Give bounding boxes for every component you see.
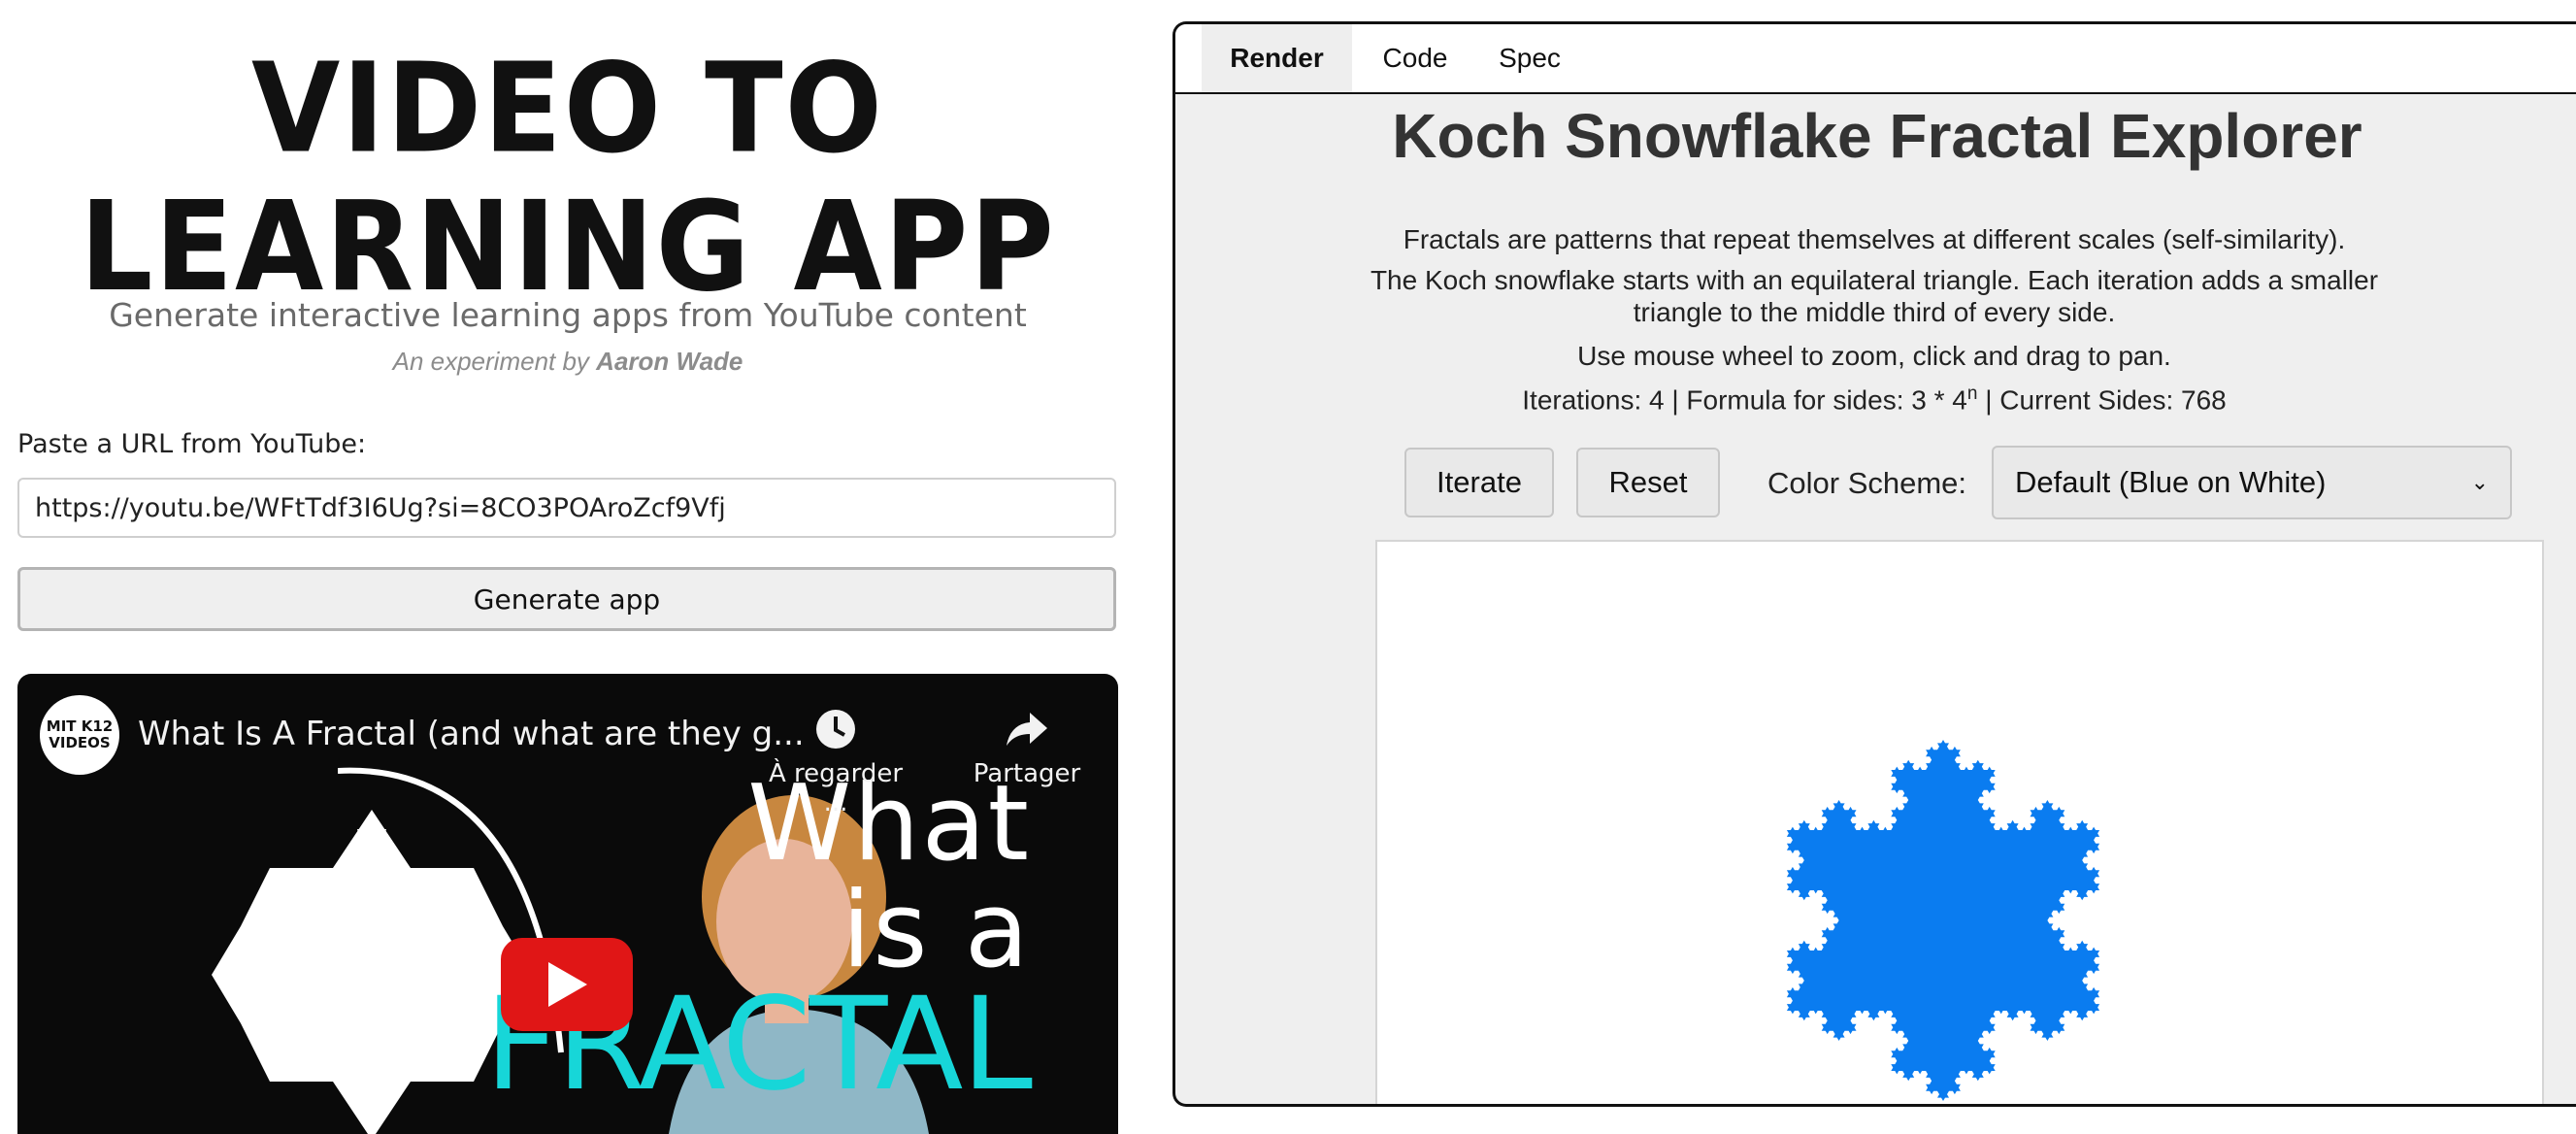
stats-prefix: Iterations: 4 | Formula for sides: 3 * 4 xyxy=(1522,384,1967,416)
tab-render[interactable]: Render xyxy=(1202,24,1352,92)
hero-title-line1: VIDEO TO xyxy=(251,35,884,181)
description-fractals: Fractals are patterns that repeat themse… xyxy=(1403,224,2346,254)
description-controls: Use mouse wheel to zoom, click and drag … xyxy=(1577,341,2171,371)
share-button[interactable]: Partager xyxy=(954,703,1100,788)
tab-bar: Render Code Spec xyxy=(1175,24,2576,94)
tab-code[interactable]: Code xyxy=(1362,24,1469,92)
clock-icon xyxy=(816,710,855,749)
left-panel: VIDEO TO LEARNING APP Generate interacti… xyxy=(0,0,1145,1134)
chevron-down-icon: ⌄ xyxy=(2470,470,2489,494)
credit-prefix: An experiment by xyxy=(392,347,589,376)
channel-logo[interactable]: MIT K12 VIDEOS xyxy=(40,695,119,775)
url-label: Paste a URL from YouTube: xyxy=(17,429,367,459)
watch-later-label: À regarder ... xyxy=(768,759,904,817)
iteration-stats: Iterations: 4 | Formula for sides: 3 * 4… xyxy=(1370,384,2379,416)
koch-snowflake xyxy=(1786,740,2100,1101)
youtube-url-input[interactable] xyxy=(17,478,1116,538)
app-title: Koch Snowflake Fractal Explorer xyxy=(1392,101,2362,171)
tab-spec[interactable]: Spec xyxy=(1481,24,1578,92)
generate-app-button[interactable]: Generate app xyxy=(17,567,1116,631)
share-label: Partager xyxy=(973,759,1081,788)
color-scheme-select[interactable]: Default (Blue on White) ⌄ xyxy=(1992,446,2512,519)
preview-panel: Render Code Spec Koch Snowflake Fractal … xyxy=(1172,21,2576,1107)
subtitle: Generate interactive learning apps from … xyxy=(109,296,1027,334)
color-scheme-value: Default (Blue on White) xyxy=(2015,465,2327,499)
video-title[interactable]: What Is A Fractal (and what are they g..… xyxy=(138,715,805,753)
fractal-canvas[interactable] xyxy=(1375,540,2544,1104)
stats-exponent: n xyxy=(1966,384,1978,404)
thumbnail-line-what: What xyxy=(747,763,1031,884)
youtube-play-icon xyxy=(548,962,587,1007)
channel-logo-text: MIT K12 VIDEOS xyxy=(46,717,114,751)
description-koch: The Koch snowflake starts with an equila… xyxy=(1370,265,2379,327)
color-scheme-label: Color Scheme: xyxy=(1767,466,1967,500)
hero-title: VIDEO TO LEARNING APP xyxy=(0,39,1136,316)
stats-suffix: | Current Sides: 768 xyxy=(1977,384,2227,416)
koch-snowflake-shape xyxy=(1786,740,2100,1101)
credit: An experiment by Aaron Wade xyxy=(0,347,1136,377)
watch-later-button[interactable]: À regarder ... xyxy=(763,703,908,817)
iterate-button[interactable]: Iterate xyxy=(1404,448,1554,517)
youtube-play-button[interactable] xyxy=(501,938,633,1031)
youtube-video-embed[interactable]: What is a FRACTAL MIT K12 VIDEOS What Is… xyxy=(17,674,1118,1134)
credit-author: Aaron Wade xyxy=(596,347,743,376)
reset-button[interactable]: Reset xyxy=(1576,448,1720,517)
share-arrow-icon xyxy=(1007,713,1047,746)
